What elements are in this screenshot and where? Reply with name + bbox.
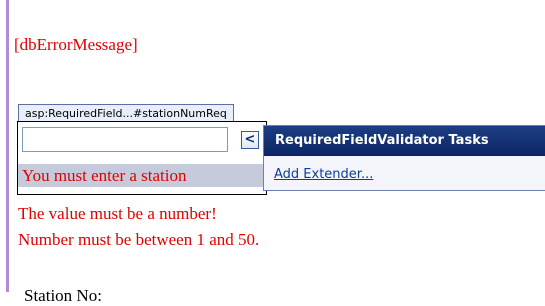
required-field-validator-tasks-panel: RequiredFieldValidator Tasks Add Extende… [263,125,545,191]
designer-left-rule [6,0,9,292]
selected-control-tag: asp:RequiredField...#stationNumReq [18,104,234,121]
station-number-input[interactable] [22,127,228,152]
db-error-message-placeholder: [dbErrorMessage] [14,35,138,54]
required-validator-message: You must enter a station [22,166,187,185]
tasks-panel-title: RequiredFieldValidator Tasks [264,126,545,156]
station-number-label: Station No: [24,286,102,305]
smart-tag-button[interactable]: < [241,131,259,149]
number-validation-message: The value must be a number! [18,204,217,223]
range-validation-message: Number must be between 1 and 50. [18,230,260,249]
required-validator-selection[interactable]: You must enter a station [18,164,266,187]
add-extender-link[interactable]: Add Extender... [274,167,373,183]
